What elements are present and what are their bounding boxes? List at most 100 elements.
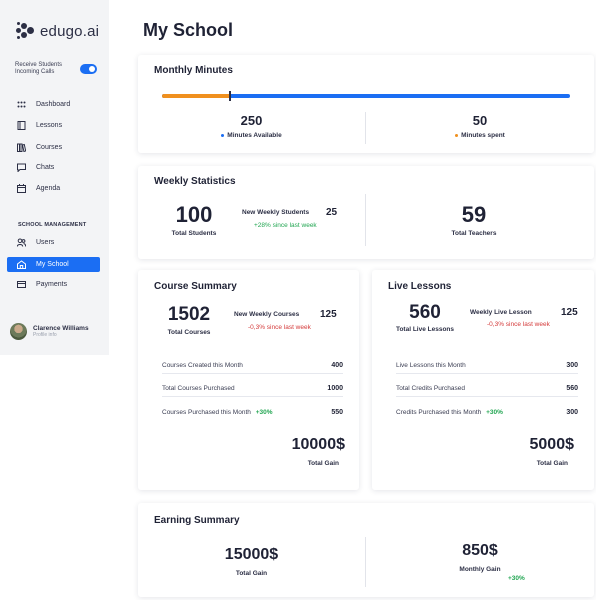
row-label: Live Lessons this Month (396, 361, 466, 369)
user-profile[interactable]: Clarence Williams Profile info (10, 323, 89, 340)
calendar-icon (17, 184, 26, 193)
spent-dot-icon (455, 133, 459, 137)
total-students-value: 100 (175, 202, 213, 227)
sidebar-item-label: Agenda (36, 185, 61, 192)
users-icon (17, 238, 26, 247)
sidebar-item-label: Lessons (36, 122, 63, 129)
sidebar-item-dashboard[interactable]: Dashboard (7, 97, 100, 112)
courses-change: -0,3% since last week (248, 324, 311, 331)
monthly-minutes-card: Monthly Minutes 250 Minutes Available 50… (138, 55, 594, 153)
sidebar-item-label: Payments (36, 281, 68, 288)
table-row: Total Courses Purchased 1000 (162, 380, 343, 397)
minutes-spent-label: Minutes spent (366, 132, 594, 139)
table-row: Total Credits Purchased 560 (396, 380, 578, 397)
row-label: Courses Purchased this Month (162, 409, 251, 416)
logo-icon (16, 22, 36, 40)
total-courses-label: Total Courses (167, 329, 211, 336)
sidebar-item-label: Chats (36, 164, 55, 171)
page-title: My School (143, 20, 234, 40)
card-title: Monthly Minutes (154, 65, 233, 76)
row-label: Total Credits Purchased (396, 384, 466, 392)
grid-icon (17, 100, 26, 109)
new-weekly-courses-label: New Weekly Courses (234, 311, 300, 318)
section-label-school-management: SCHOOL MANAGEMENT (18, 222, 87, 228)
sidebar-item-label: Courses (36, 144, 63, 151)
school-icon (17, 260, 26, 269)
total-gain-label: Total Gain (235, 570, 268, 577)
sidebar-item-users[interactable]: Users (7, 235, 100, 250)
new-weekly-students-label: New Weekly Students (242, 209, 310, 216)
avatar (10, 323, 27, 340)
row-value: 1000 (327, 384, 343, 392)
students-change: +28% since last week (254, 222, 317, 229)
minutes-spent-fill (162, 94, 231, 98)
sidebar-item-label: Users (36, 239, 55, 246)
chat-icon (17, 163, 26, 172)
card-title: Weekly Statistics (154, 176, 236, 187)
minutes-marker (229, 91, 232, 101)
monthly-gain-change: +30% (508, 575, 525, 582)
row-label: Credits Purchased this Month (396, 409, 482, 416)
sidebar-item-courses[interactable]: Courses (7, 140, 100, 155)
monthly-gain-value: 850$ (462, 542, 498, 559)
row-value: 550 (331, 409, 343, 416)
row-label: Total Courses Purchased (162, 384, 235, 392)
live-gain-label: Total Gain (536, 460, 568, 467)
live-gain-value: 5000$ (529, 436, 575, 453)
live-lessons-change: -0,3% since last week (487, 321, 550, 328)
total-live-lessons-value: 560 (409, 302, 441, 323)
sidebar-item-label: My School (36, 261, 69, 268)
sidebar-item-payments[interactable]: Payments (7, 277, 100, 292)
row-value: 560 (566, 384, 578, 392)
profile-name: Clarence Williams (33, 325, 89, 332)
minutes-spent-value: 50 (472, 113, 488, 128)
table-row: Credits Purchased this Month +30% 300 (396, 404, 578, 421)
minutes-available-label: Minutes Available (138, 132, 365, 139)
weekly-statistics-card: Weekly Statistics 100 Total Students New… (138, 166, 594, 259)
card-title: Live Lessons (388, 281, 452, 292)
row-badge: +30% (486, 409, 503, 416)
sidebar: edugo.ai Receive Students Incoming Calls… (0, 0, 109, 355)
card-title: Course Summary (154, 281, 237, 292)
available-dot-icon (221, 133, 225, 137)
sidebar-item-chats[interactable]: Chats (7, 160, 100, 175)
book-icon (17, 121, 26, 130)
row-value: 300 (566, 409, 578, 416)
course-summary-card: Course Summary 1502 Total Courses New We… (138, 270, 359, 490)
table-row: Courses Created this Month 400 (162, 357, 343, 374)
sidebar-item-lessons[interactable]: Lessons (7, 118, 100, 133)
sidebar-item-my-school[interactable]: My School (7, 257, 100, 272)
incoming-calls-label: Receive Students Incoming Calls (15, 62, 63, 75)
total-students-label: Total Students (171, 230, 217, 237)
card-title: Earning Summary (154, 515, 240, 526)
row-value: 300 (566, 361, 578, 369)
row-label: Courses Created this Month (162, 361, 243, 369)
weekly-live-lesson-value: 125 (561, 307, 578, 318)
course-gain-label: Total Gain (307, 460, 339, 467)
weekly-live-lesson-label: Weekly Live Lesson (470, 309, 532, 316)
minutes-progress-bar (162, 91, 570, 101)
brand-name: edugo.ai (40, 22, 100, 40)
profile-subtitle: Profile info (33, 332, 57, 338)
new-weekly-courses-value: 125 (320, 309, 337, 320)
table-row: Live Lessons this Month 300 (396, 357, 578, 374)
card-icon (17, 280, 26, 289)
minutes-available-value: 250 (240, 113, 263, 128)
row-badge: +30% (255, 409, 273, 416)
sidebar-item-agenda[interactable]: Agenda (7, 181, 100, 196)
total-gain-value: 15000$ (224, 546, 279, 563)
total-teachers-value: 59 (461, 202, 487, 227)
incoming-calls-setting: Receive Students Incoming Calls (15, 62, 97, 76)
live-lessons-card: Live Lessons 560 Total Live Lessons Week… (372, 270, 594, 490)
new-weekly-students-value: 25 (326, 207, 338, 218)
table-row: Courses Purchased this Month +30% 550 (162, 404, 343, 421)
books-icon (17, 143, 26, 152)
sidebar-item-label: Dashboard (36, 101, 71, 108)
course-gain-value: 10000$ (291, 436, 345, 453)
incoming-calls-toggle[interactable] (80, 64, 97, 74)
total-teachers-label: Total Teachers (451, 230, 497, 237)
brand-logo[interactable]: edugo.ai (16, 22, 99, 40)
earning-summary-card: Earning Summary 15000$ Total Gain 850$ M… (138, 503, 594, 597)
row-value: 400 (331, 361, 343, 369)
monthly-gain-label: Monthly Gain (459, 566, 501, 573)
